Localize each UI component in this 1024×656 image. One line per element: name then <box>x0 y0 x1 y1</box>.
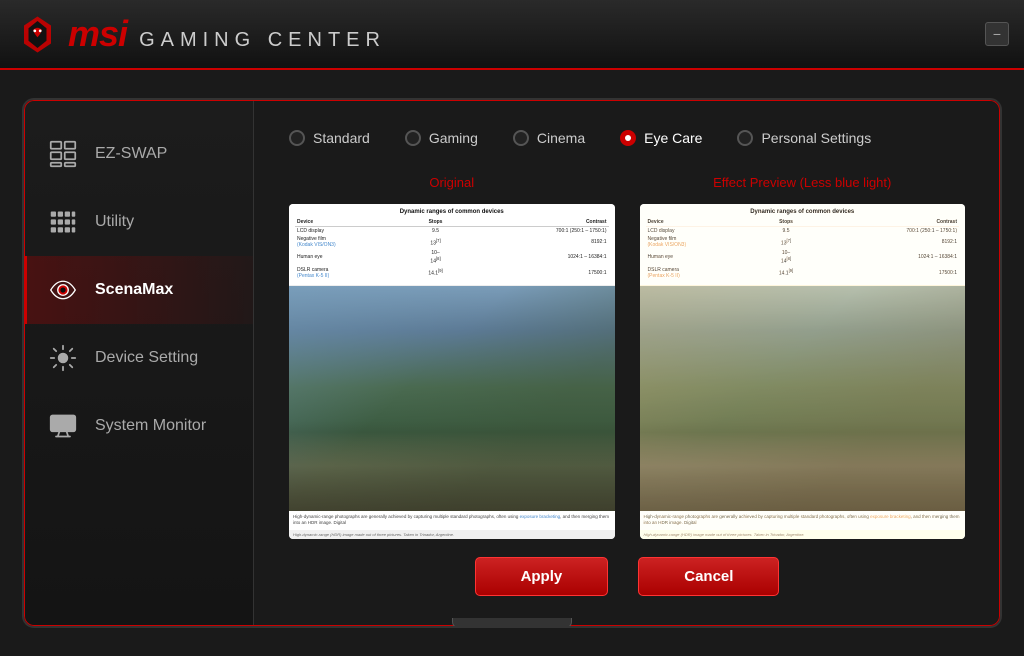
sidebar-item-label-utility: Utility <box>95 213 134 231</box>
doc-table-title-effect: Dynamic ranges of common devices <box>646 209 960 215</box>
main-panel: EZ-SWAP <box>22 98 1002 628</box>
doc-table-title: Dynamic ranges of common devices <box>295 209 609 215</box>
image-caption-effect: High-dynamic-range (HDR) image made out … <box>640 530 966 539</box>
grid-icon <box>47 138 79 170</box>
sidebar-item-scenamax[interactable]: ScenaMax <box>24 256 253 324</box>
doc-table: Device Stops Contrast LCD display9.5700:… <box>295 218 609 280</box>
preview-panel-original: Original Dynamic ranges of common device… <box>289 171 615 539</box>
radio-personal-settings[interactable] <box>737 130 753 146</box>
sidebar: EZ-SWAP <box>24 100 254 626</box>
mode-gaming[interactable]: Gaming <box>405 130 478 146</box>
mode-cinema-label: Cinema <box>537 130 585 146</box>
radio-standard[interactable] <box>289 130 305 146</box>
sidebar-item-label-scenamax: ScenaMax <box>95 281 173 299</box>
sidebar-item-device-setting[interactable]: Device Setting <box>24 324 253 392</box>
brand-name: msi GAMING CENTER <box>68 13 386 55</box>
sidebar-item-label-ez-swap: EZ-SWAP <box>95 145 167 163</box>
bottom-notch <box>452 618 572 628</box>
mode-eye-care[interactable]: Eye Care <box>620 130 702 146</box>
mode-standard-label: Standard <box>313 130 370 146</box>
mode-standard[interactable]: Standard <box>289 130 370 146</box>
minimize-button[interactable]: − <box>985 22 1009 46</box>
mode-eye-care-label: Eye Care <box>644 130 702 146</box>
gear-icon <box>47 342 79 374</box>
mode-gaming-label: Gaming <box>429 130 478 146</box>
button-row: Apply Cancel <box>289 557 965 596</box>
radio-gaming[interactable] <box>405 130 421 146</box>
original-title: Original <box>289 171 615 194</box>
effect-image: Dynamic ranges of common devices Device … <box>640 204 966 539</box>
sidebar-item-ez-swap[interactable]: EZ-SWAP <box>24 120 253 188</box>
doc-caption-effect: High-dynamic-range photographs are gener… <box>640 511 966 531</box>
brand-logo: msi GAMING CENTER <box>15 12 386 57</box>
mode-personal-settings-label: Personal Settings <box>761 130 871 146</box>
radio-eye-care[interactable] <box>620 130 636 146</box>
original-image: Dynamic ranges of common devices Device … <box>289 204 615 539</box>
preview-section: Original Dynamic ranges of common device… <box>289 171 965 539</box>
mode-selector: Standard Gaming Cinema Eye Care Personal <box>289 130 965 146</box>
cancel-button[interactable]: Cancel <box>638 557 779 596</box>
sidebar-item-utility[interactable]: Utility <box>24 188 253 256</box>
app-header: msi GAMING CENTER − <box>0 0 1024 70</box>
effect-title: Effect Preview (Less blue light) <box>640 171 966 194</box>
radio-cinema[interactable] <box>513 130 529 146</box>
mode-cinema[interactable]: Cinema <box>513 130 585 146</box>
doc-table-effect: Device Stops Contrast LCD display9.5700:… <box>646 218 960 280</box>
image-caption: High-dynamic-range (HDR) image made out … <box>289 530 615 539</box>
apply-button[interactable]: Apply <box>475 557 609 596</box>
utility-icon <box>47 206 79 238</box>
sidebar-item-label-system-monitor: System Monitor <box>95 417 206 435</box>
doc-caption: High-dynamic-range photographs are gener… <box>289 511 615 531</box>
mode-personal-settings[interactable]: Personal Settings <box>737 130 871 146</box>
sidebar-item-label-device-setting: Device Setting <box>95 349 198 367</box>
monitor-icon <box>47 410 79 442</box>
dragon-icon <box>15 12 60 57</box>
preview-panel-effect: Effect Preview (Less blue light) Dynamic… <box>640 171 966 539</box>
sidebar-item-system-monitor[interactable]: System Monitor <box>24 392 253 460</box>
app-title: GAMING CENTER <box>139 29 386 52</box>
content-area: Standard Gaming Cinema Eye Care Personal <box>254 100 1000 626</box>
eye-icon <box>47 274 79 306</box>
